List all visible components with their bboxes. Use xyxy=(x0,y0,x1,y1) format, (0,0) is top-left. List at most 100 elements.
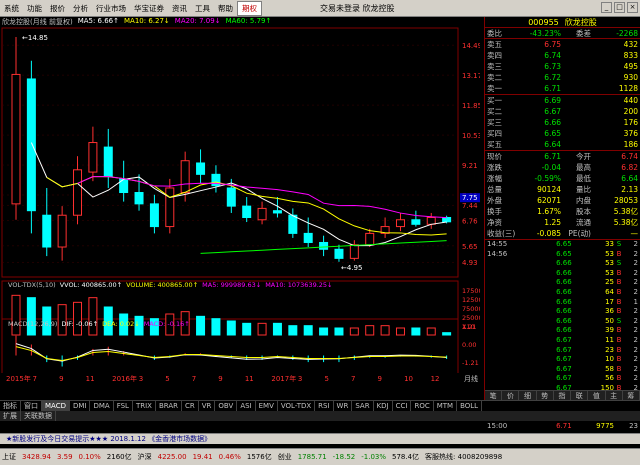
indicator-tab[interactable]: BRAR xyxy=(156,401,182,411)
indicator-tab[interactable]: CR xyxy=(182,401,199,411)
stock-header: 000955 欣龙控股 xyxy=(485,17,640,28)
candle-body xyxy=(288,214,298,234)
tick-volume: 36 xyxy=(605,307,614,316)
news-ticker[interactable]: ★新股发行及今日交易提示★★★ 2018.1.12 《金香港市场数据》 xyxy=(0,433,640,444)
stat-value: 1.67% xyxy=(537,207,561,216)
indicator-tab[interactable]: BOLL xyxy=(457,401,483,411)
quote-tab[interactable]: 细 xyxy=(519,391,537,400)
tick-time: 14:56 xyxy=(487,249,508,258)
candle-body xyxy=(242,205,252,218)
volume-bar xyxy=(395,327,405,336)
volume-tick-label: 75000 xyxy=(462,305,480,313)
indicator-tab[interactable]: DMA xyxy=(90,401,114,411)
time-tick-label: 2015年 xyxy=(6,374,31,383)
macd-tick-label: 1.21 xyxy=(462,323,476,331)
tick-price: 6.65 xyxy=(556,240,572,248)
candle-body xyxy=(426,216,436,225)
indicator-tab[interactable]: MTM xyxy=(434,401,458,411)
sh-value: 3428.94 xyxy=(22,453,51,461)
stat-label: 股本 xyxy=(576,207,591,216)
kline-chart-area[interactable]: 欣龙控股(月线 前复权) MA5: 6.66↑ MA10: 6.27↓ MA20… xyxy=(0,17,480,400)
indicator-tab[interactable]: KDJ xyxy=(374,401,393,411)
quote-tab[interactable]: 筹 xyxy=(623,391,640,400)
bid-row-volume: 376 xyxy=(623,129,638,138)
menu-item[interactable]: 期权 xyxy=(237,1,262,16)
volume-bar xyxy=(426,327,436,336)
quote-tab[interactable]: 笔 xyxy=(485,391,503,400)
candle-body xyxy=(442,216,452,223)
indicator-tab[interactable]: OBV xyxy=(215,401,238,411)
tick-row: 14:56 6.65 53 B 2 xyxy=(485,250,640,260)
bid-row-volume: 186 xyxy=(623,140,638,149)
menu-item[interactable]: 华宝证券 xyxy=(130,0,168,17)
indicator-tab[interactable]: VR xyxy=(199,401,216,411)
menu-item[interactable]: 系统 xyxy=(0,0,23,17)
menu-item[interactable]: 报价 xyxy=(46,0,69,17)
sh-change: 3.59 xyxy=(56,453,73,461)
indicator-tab[interactable]: FSL xyxy=(114,401,133,411)
price-tick-label: 11.85 xyxy=(462,102,480,110)
quote-tab[interactable]: 指 xyxy=(554,391,572,400)
tick-time xyxy=(487,259,529,269)
menu-item[interactable]: 工具 xyxy=(191,0,214,17)
indicator-tab[interactable]: EMV xyxy=(256,401,278,411)
ask-row-label: 卖二 xyxy=(487,73,502,82)
menu-item[interactable]: 行业市场 xyxy=(92,0,130,17)
indicator-tab[interactable]: DMI xyxy=(70,401,91,411)
indicator-tab[interactable]: 指标 xyxy=(0,401,21,411)
tick-price: 6.67 xyxy=(556,345,572,354)
time-tick-label: 2016年 xyxy=(112,374,137,383)
candle-body xyxy=(272,210,282,214)
volume-header: VOL-TDX(5,10) VVOL: 400865.00↑ VOLUME: 400… xyxy=(8,281,333,289)
indicator-tab[interactable]: MACD xyxy=(42,401,70,411)
indicator-tab[interactable]: VOL-TDX xyxy=(278,401,316,411)
indicator-tab[interactable]: WR xyxy=(334,401,353,411)
time-tick-label: 9 xyxy=(59,375,63,383)
low-annotation: ←4.95 xyxy=(341,264,362,272)
indicator-tab[interactable]: 窗口 xyxy=(21,401,42,411)
menu-item[interactable]: 资讯 xyxy=(168,0,191,17)
kline-svg[interactable]: 14.4913.1711.8510.539.217.897.446.765.65… xyxy=(0,17,480,400)
tick-row: 6.67 56 B 2 xyxy=(485,374,640,384)
tick-time xyxy=(487,298,529,308)
price-tick-label: 13.17 xyxy=(462,72,480,80)
indicator-tab[interactable]: ROC xyxy=(411,401,434,411)
quote-tab[interactable]: 价 xyxy=(502,391,520,400)
tick-dir xyxy=(614,422,624,432)
tick-count: 2 xyxy=(633,316,638,325)
menu-item[interactable]: 功能 xyxy=(23,0,46,17)
tick-count: 2 xyxy=(633,326,638,335)
ask-row-price: 6.74 xyxy=(544,51,561,60)
candle-body xyxy=(303,232,313,243)
bid-row: 买二 6.67 200 xyxy=(485,106,640,117)
candle-body xyxy=(349,244,359,259)
menu-item[interactable]: 帮助 xyxy=(214,0,237,17)
tick-dir: B xyxy=(616,249,622,258)
indicator-tab[interactable]: RSI xyxy=(315,401,334,411)
candle-body xyxy=(257,207,267,221)
window-button[interactable]: □ xyxy=(614,2,625,13)
tick-count: 2 xyxy=(633,249,638,258)
quote-tab[interactable]: 势 xyxy=(537,391,554,400)
indicator-tab[interactable]: TRIX xyxy=(133,401,156,411)
stat-value: 90124 xyxy=(537,185,561,194)
tick-count: 2 xyxy=(633,355,638,364)
macd-tick-label: 0.00 xyxy=(462,341,476,349)
quote-tab[interactable]: 联 xyxy=(571,391,589,400)
indicator-tab[interactable]: CCI xyxy=(393,401,412,411)
bid-row-volume: 176 xyxy=(623,118,638,127)
window-button[interactable]: _ xyxy=(601,2,612,13)
indicator-tab[interactable]: SAR xyxy=(352,401,374,411)
menu-item[interactable]: 分析 xyxy=(69,0,92,17)
quote-tab[interactable]: 主 xyxy=(606,391,623,400)
quote-tab[interactable]: 值 xyxy=(588,391,606,400)
sz-percent: 0.46% xyxy=(218,453,241,461)
extension-tab[interactable]: 关联数据 xyxy=(21,411,56,421)
stat-label: 今开 xyxy=(576,152,591,161)
tick-count: 2 xyxy=(633,240,638,248)
ask-row-volume: 930 xyxy=(623,73,638,82)
extension-tab[interactable]: 扩展 xyxy=(0,411,21,421)
window-button[interactable]: × xyxy=(627,2,638,13)
tick-volume: 64 xyxy=(605,287,614,296)
indicator-tab[interactable]: ASI xyxy=(237,401,256,411)
